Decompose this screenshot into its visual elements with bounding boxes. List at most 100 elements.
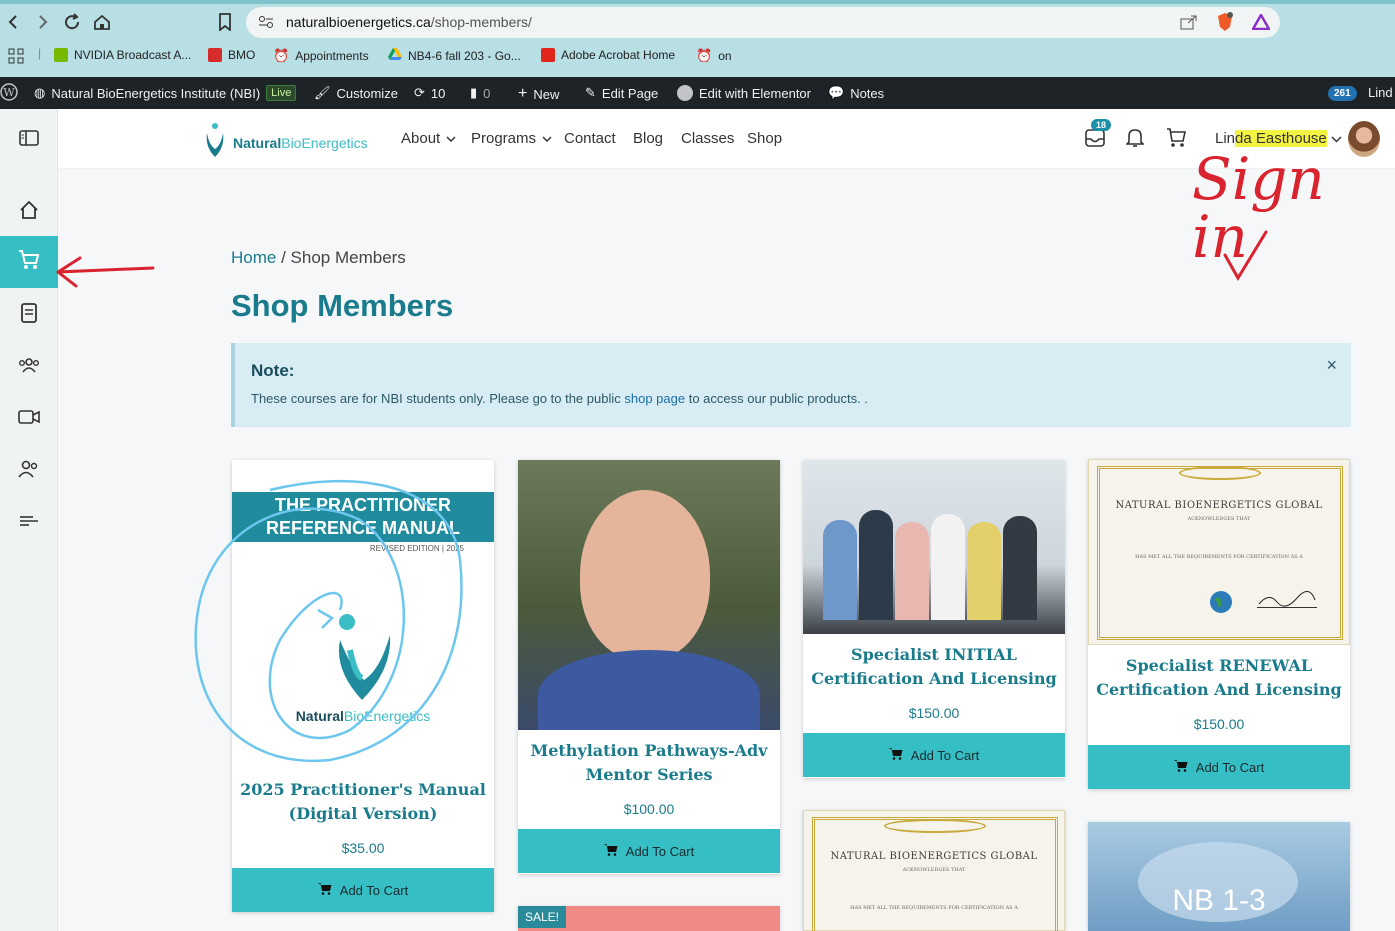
sidebar-item-video[interactable]	[0, 393, 58, 445]
sidebar-item-shop[interactable]	[0, 236, 58, 288]
product-card-nb13[interactable]: NB 1-3	[1088, 822, 1350, 931]
nav-contact[interactable]: Contact	[564, 130, 616, 147]
nbi-logo-icon	[203, 121, 229, 164]
bell-icon[interactable]	[1125, 126, 1145, 153]
site-settings-icon[interactable]	[258, 15, 274, 34]
product-image-renewal[interactable]: NATURAL BIOENERGETICS GLOBAL ACKNOWLEDGE…	[1088, 459, 1350, 645]
wp-new[interactable]: + New	[518, 85, 559, 103]
wp-notes[interactable]: 💬 Notes	[828, 85, 884, 101]
breadcrumb: Home / Shop Members	[231, 248, 406, 268]
product-title[interactable]: Specialist RENEWAL Certification And Lice…	[1088, 654, 1350, 702]
nav-classes[interactable]: Classes	[681, 130, 734, 147]
sidebar-item-home[interactable]	[0, 186, 58, 238]
product-image-initial[interactable]	[803, 460, 1065, 634]
wordpress-icon[interactable]: W	[0, 83, 18, 101]
bookmark-nb4[interactable]: NB4-6 fall 203 - Go...	[388, 48, 521, 63]
book-icon	[20, 302, 38, 328]
bookmark-adobe[interactable]: Adobe Acrobat Home	[541, 48, 675, 62]
product-card-renewal[interactable]: NATURAL BIOENERGETICS GLOBAL ACKNOWLEDGE…	[1088, 459, 1350, 789]
nav-programs[interactable]: Programs	[471, 130, 552, 147]
bookmark-icon[interactable]	[213, 10, 237, 34]
cart-icon	[317, 882, 332, 898]
dashboard-icon: ◍	[34, 85, 46, 100]
url-path: /shop-members/	[430, 14, 532, 30]
cart-icon[interactable]	[1166, 126, 1186, 153]
product-price: $150.00	[1193, 716, 1245, 732]
brave-rewards-icon[interactable]	[1250, 12, 1272, 35]
live-badge: Live	[266, 85, 297, 101]
add-to-cart-button[interactable]: Add To Cart	[232, 868, 494, 912]
portrait-face	[580, 490, 710, 660]
nav-blog[interactable]: Blog	[633, 130, 663, 147]
red-arrow-mark	[56, 256, 155, 288]
comment-icon: ▮	[470, 85, 478, 100]
logo-text-light: BioEnergetics	[281, 134, 368, 151]
notification-count-badge[interactable]: 261	[1328, 86, 1357, 101]
globe-icon	[1209, 590, 1233, 619]
home-icon[interactable]	[90, 10, 114, 34]
wp-user-menu[interactable]: Lind	[1368, 85, 1393, 100]
bookmark-label: Appointments	[295, 49, 369, 63]
bookmark-appointments[interactable]: ⏰ Appointments	[273, 48, 369, 64]
breadcrumb-home[interactable]: Home	[231, 248, 276, 267]
product-image-manual[interactable]: THE PRACTITIONER REFERENCE MANUAL REVISE…	[232, 460, 494, 770]
sidebar-item-members[interactable]	[0, 445, 58, 497]
product-card-initial[interactable]: Specialist INITIAL Certification And Lice…	[803, 460, 1065, 778]
sidebar-item-activity[interactable]	[0, 497, 58, 549]
product-title[interactable]: Methylation Pathways-Adv Mentor Series	[518, 739, 780, 787]
wp-site-link[interactable]: ◍ Natural BioEnergetics Institute (NBI) Li…	[34, 85, 297, 101]
site-logo[interactable]: NaturalBioEnergetics	[203, 121, 368, 164]
wp-edit-page[interactable]: ✎ Edit Page	[585, 85, 658, 101]
add-to-cart-button[interactable]: Add To Cart	[1088, 745, 1350, 789]
nvidia-icon	[54, 48, 68, 62]
chevron-down-icon	[542, 130, 552, 147]
sidebar-item-groups[interactable]	[0, 341, 58, 393]
brave-shield-icon[interactable]	[1216, 12, 1234, 37]
apps-icon[interactable]	[8, 48, 24, 64]
add-to-cart-button[interactable]: Add To Cart	[803, 733, 1065, 777]
wp-updates[interactable]: ⟳ 10	[414, 85, 445, 101]
product-card-certificate[interactable]: NATURAL BIOENERGETICS GLOBAL ACKNOWLEDGE…	[803, 810, 1065, 931]
sidebar-toggle[interactable]	[0, 114, 58, 166]
wp-elementor[interactable]: Edit with Elementor	[677, 85, 811, 101]
back-icon[interactable]	[2, 10, 26, 34]
wp-comments[interactable]: ▮ 0	[470, 85, 490, 101]
product-price: $35.00	[341, 840, 385, 856]
group-photo	[823, 500, 1043, 620]
product-title[interactable]: 2025 Practitioner's Manual (Digital Versi…	[232, 778, 494, 826]
shop-page-link[interactable]: shop page	[624, 391, 685, 406]
url-text[interactable]: naturalbioenergetics.ca/shop-members/	[286, 14, 532, 30]
panel-toggle-icon	[19, 129, 39, 151]
product-title-line1: Specialist RENEWAL	[1125, 656, 1313, 675]
product-title-line2: Mentor Series	[585, 765, 713, 784]
cart-icon	[18, 249, 40, 276]
product-card-methylation[interactable]: Methylation Pathways-Adv Mentor Series $1…	[518, 460, 780, 874]
updates-count: 10	[430, 85, 446, 101]
share-icon[interactable]	[1180, 14, 1198, 35]
product-title[interactable]: Specialist INITIAL Certification And Lice…	[803, 643, 1065, 691]
forward-icon[interactable]	[30, 10, 54, 34]
reload-icon[interactable]	[60, 10, 84, 34]
bookmark-bmo[interactable]: BMO	[208, 48, 255, 62]
activity-icon	[19, 514, 39, 533]
bookmark-on[interactable]: ⏰ on	[696, 48, 732, 64]
bookmark-label: BMO	[228, 48, 256, 62]
product-image-methylation[interactable]	[518, 460, 780, 730]
nav-about[interactable]: About	[401, 130, 456, 147]
brush-icon: 🖌	[314, 85, 331, 100]
nav-shop[interactable]: Shop	[747, 130, 782, 147]
product-card-manual[interactable]: THE PRACTITIONER REFERENCE MANUAL REVISE…	[232, 460, 494, 912]
certificate-ornament	[884, 819, 986, 833]
bookmark-divider: |	[38, 46, 42, 60]
close-icon[interactable]: ×	[1326, 355, 1337, 376]
bookmark-nvidia[interactable]: NVIDIA Broadcast A...	[54, 48, 191, 62]
clock-icon: ⏰	[273, 48, 290, 63]
nav-programs-label: Programs	[471, 130, 537, 147]
manual-title-line1: THE PRACTITIONER	[274, 495, 451, 515]
cart-icon	[603, 843, 618, 859]
notes-icon: 💬	[828, 85, 845, 100]
wp-customize[interactable]: 🖌 Customize	[314, 85, 398, 101]
sidebar-item-courses[interactable]	[0, 289, 58, 341]
address-bar[interactable]: naturalbioenergetics.ca/shop-members/	[246, 7, 1280, 38]
add-to-cart-button[interactable]: Add To Cart	[518, 829, 780, 873]
